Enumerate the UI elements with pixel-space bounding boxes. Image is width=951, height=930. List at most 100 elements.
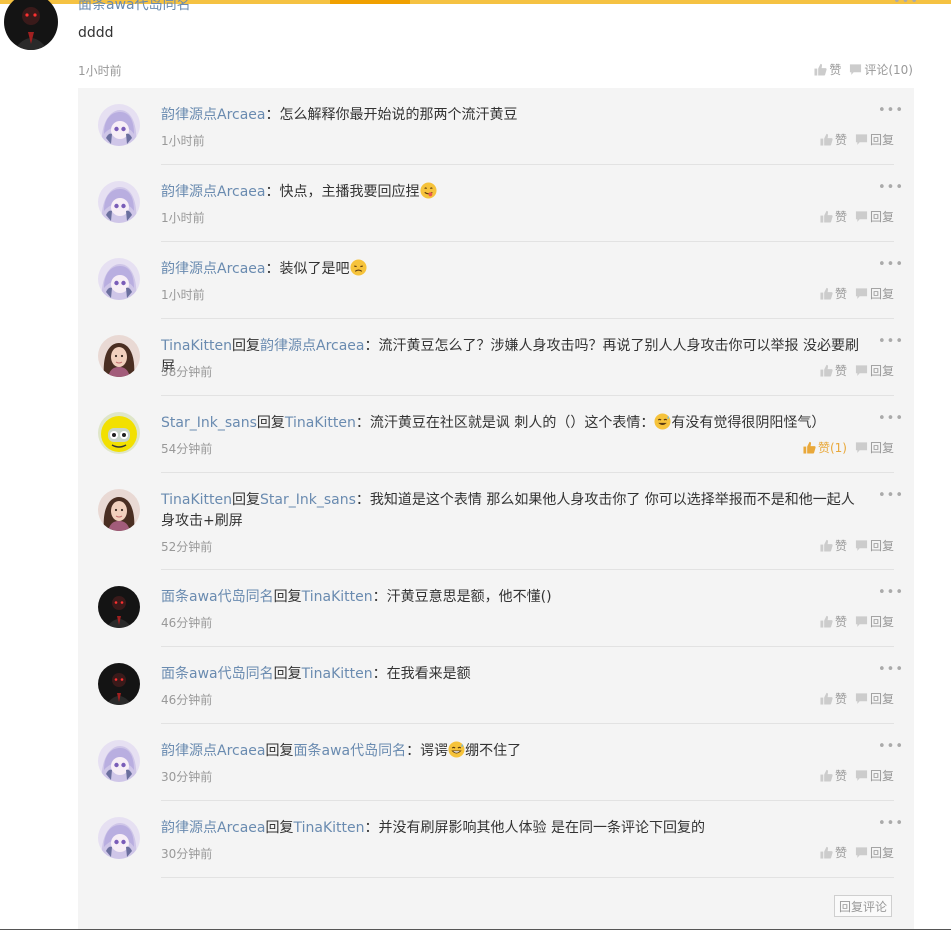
- reply-reply-button[interactable]: 回复: [855, 362, 894, 379]
- reply-reply-button[interactable]: 回复: [855, 690, 894, 707]
- reply-like-label: 赞: [834, 846, 847, 860]
- reply-reply-label: 回复: [869, 133, 894, 147]
- reply-author-avatar[interactable]: [98, 335, 140, 377]
- reply-more-icon[interactable]: •••: [878, 334, 904, 349]
- reply-bubble-icon: [855, 770, 868, 781]
- reply-target-name[interactable]: TinaKitten: [285, 415, 356, 431]
- sweat-smile-emoji: [654, 413, 671, 437]
- main-comment-author[interactable]: 面条awa代岛同名: [78, 0, 191, 14]
- reply-author-avatar[interactable]: [98, 489, 140, 531]
- reply-author-avatar[interactable]: [98, 181, 140, 223]
- reply-more-icon[interactable]: •••: [878, 488, 904, 503]
- comment-bubble-icon: [850, 64, 862, 75]
- reply-more-icon[interactable]: •••: [878, 411, 904, 426]
- reply-like-label: 赞: [834, 692, 847, 706]
- reply-bubble-icon: [855, 288, 868, 299]
- reply-like-button[interactable]: 赞: [820, 844, 847, 861]
- reply-like-button[interactable]: 赞: [820, 131, 847, 148]
- main-like-button[interactable]: 赞: [814, 61, 841, 78]
- reply-bubble-icon: [855, 616, 868, 627]
- reply-separator: ：: [265, 107, 280, 123]
- reply-target-name[interactable]: Star_Ink_sans: [260, 492, 356, 508]
- reply-content: 汗黄豆意思是额，他不懂(): [386, 589, 552, 605]
- reply-reply-label: 回复: [869, 441, 894, 455]
- reply-author-avatar[interactable]: [98, 663, 140, 705]
- reply-like-button[interactable]: 赞(1): [803, 439, 847, 456]
- yum-face-emoji: [419, 182, 437, 206]
- reply-to-word: 回复: [273, 666, 302, 682]
- reply-author-name[interactable]: 面条awa代岛同名: [161, 589, 274, 605]
- reply-reply-button[interactable]: 回复: [855, 208, 894, 225]
- reply-item: 韵律源点Arcaea：快点，主播我要回应捏 ••• 1小时前 赞 回复: [78, 165, 914, 242]
- reply-target-name[interactable]: 韵律源点Arcaea: [260, 338, 365, 354]
- reply-target-name[interactable]: TinaKitten: [302, 589, 373, 605]
- reply-reply-button[interactable]: 回复: [855, 844, 894, 861]
- reply-author-name[interactable]: Star_Ink_sans: [161, 415, 257, 431]
- reply-like-button[interactable]: 赞: [820, 767, 847, 784]
- thumbs-up-icon: [803, 441, 816, 454]
- reply-comment-button[interactable]: 回复评论: [834, 895, 892, 917]
- reply-more-icon[interactable]: •••: [878, 257, 904, 272]
- reply-author-name[interactable]: 韵律源点Arcaea: [161, 820, 266, 836]
- reply-to-word: 回复: [265, 820, 294, 836]
- reply-text: 韵律源点Arcaea回复面条awa代岛同名：谔谔 绷不住了: [161, 741, 861, 765]
- reply-more-icon[interactable]: •••: [878, 816, 904, 831]
- reply-item: 韵律源点Arcaea：装似了是吧 ••• 1小时前 赞 回复: [78, 242, 914, 319]
- thumbs-up-icon: [820, 287, 833, 300]
- reply-more-icon[interactable]: •••: [878, 662, 904, 677]
- reply-reply-button[interactable]: 回复: [855, 285, 894, 302]
- reply-more-icon[interactable]: •••: [878, 585, 904, 600]
- reply-more-icon[interactable]: •••: [878, 739, 904, 754]
- reply-more-icon[interactable]: •••: [878, 180, 904, 195]
- reply-author-avatar[interactable]: [98, 104, 140, 146]
- reply-text: TinaKitten回复韵律源点Arcaea：流汗黄豆怎么了？涉嫌人身攻击吗？再…: [161, 336, 861, 378]
- reply-time: 1小时前: [161, 134, 205, 148]
- reply-author-name[interactable]: 韵律源点Arcaea: [161, 107, 266, 123]
- reply-like-label: 赞: [834, 287, 847, 301]
- disappointed-face-emoji: [349, 259, 367, 283]
- reply-like-button[interactable]: 赞: [820, 362, 847, 379]
- reply-actions: 赞 回复: [820, 285, 894, 302]
- reply-reply-label: 回复: [869, 287, 894, 301]
- reply-like-button[interactable]: 赞: [820, 613, 847, 630]
- reply-target-name[interactable]: 面条awa代岛同名: [294, 743, 407, 759]
- reply-like-button[interactable]: 赞: [820, 208, 847, 225]
- reply-author-name[interactable]: TinaKitten: [161, 492, 232, 508]
- reply-content: 快点，主播我要回应捏: [279, 184, 420, 200]
- reply-bubble-icon: [855, 211, 868, 222]
- reply-reply-button[interactable]: 回复: [855, 613, 894, 630]
- reply-like-button[interactable]: 赞: [820, 537, 847, 554]
- reply-like-button[interactable]: 赞: [820, 690, 847, 707]
- reply-author-name[interactable]: 韵律源点Arcaea: [161, 261, 266, 277]
- reply-author-avatar[interactable]: [98, 412, 140, 454]
- main-author-avatar[interactable]: [4, 0, 58, 50]
- reply-target-name[interactable]: TinaKitten: [302, 666, 373, 682]
- reply-actions: 赞 回复: [820, 690, 894, 707]
- reply-reply-button[interactable]: 回复: [855, 767, 894, 784]
- reply-reply-button[interactable]: 回复: [855, 131, 894, 148]
- reply-target-name[interactable]: TinaKitten: [294, 820, 365, 836]
- reply-author-name[interactable]: 面条awa代岛同名: [161, 666, 274, 682]
- reply-more-icon[interactable]: •••: [878, 103, 904, 118]
- reply-time: 1小时前: [161, 211, 205, 225]
- reply-separator: ：: [355, 415, 370, 431]
- replies-panel: 韵律源点Arcaea：怎么解释你最开始说的那两个流汗黄豆 ••• 1小时前赞回复 韵律…: [78, 88, 914, 930]
- reply-content: 怎么解释你最开始说的那两个流汗黄豆: [279, 107, 518, 123]
- reply-author-avatar[interactable]: [98, 817, 140, 859]
- main-comment-count-button[interactable]: 评论(10): [849, 61, 913, 78]
- reply-author-avatar[interactable]: [98, 258, 140, 300]
- reply-author-avatar[interactable]: [98, 586, 140, 628]
- reply-actions: 赞 回复: [820, 208, 894, 225]
- reply-reply-button[interactable]: 回复: [855, 439, 894, 456]
- reply-author-avatar[interactable]: [98, 740, 140, 782]
- reply-separator: ：: [372, 666, 387, 682]
- reply-item: Star_Ink_sans回复TinaKitten：流汗黄豆在社区就是讽 刺人的…: [78, 396, 914, 473]
- main-comment-more-icon[interactable]: •••: [893, 0, 919, 9]
- reply-author-name[interactable]: 韵律源点Arcaea: [161, 743, 266, 759]
- reply-actions: 赞 回复: [820, 362, 894, 379]
- thumbs-up-icon: [820, 210, 833, 223]
- reply-like-button[interactable]: 赞: [820, 285, 847, 302]
- reply-author-name[interactable]: TinaKitten: [161, 338, 232, 354]
- reply-reply-button[interactable]: 回复: [855, 537, 894, 554]
- reply-author-name[interactable]: 韵律源点Arcaea: [161, 184, 266, 200]
